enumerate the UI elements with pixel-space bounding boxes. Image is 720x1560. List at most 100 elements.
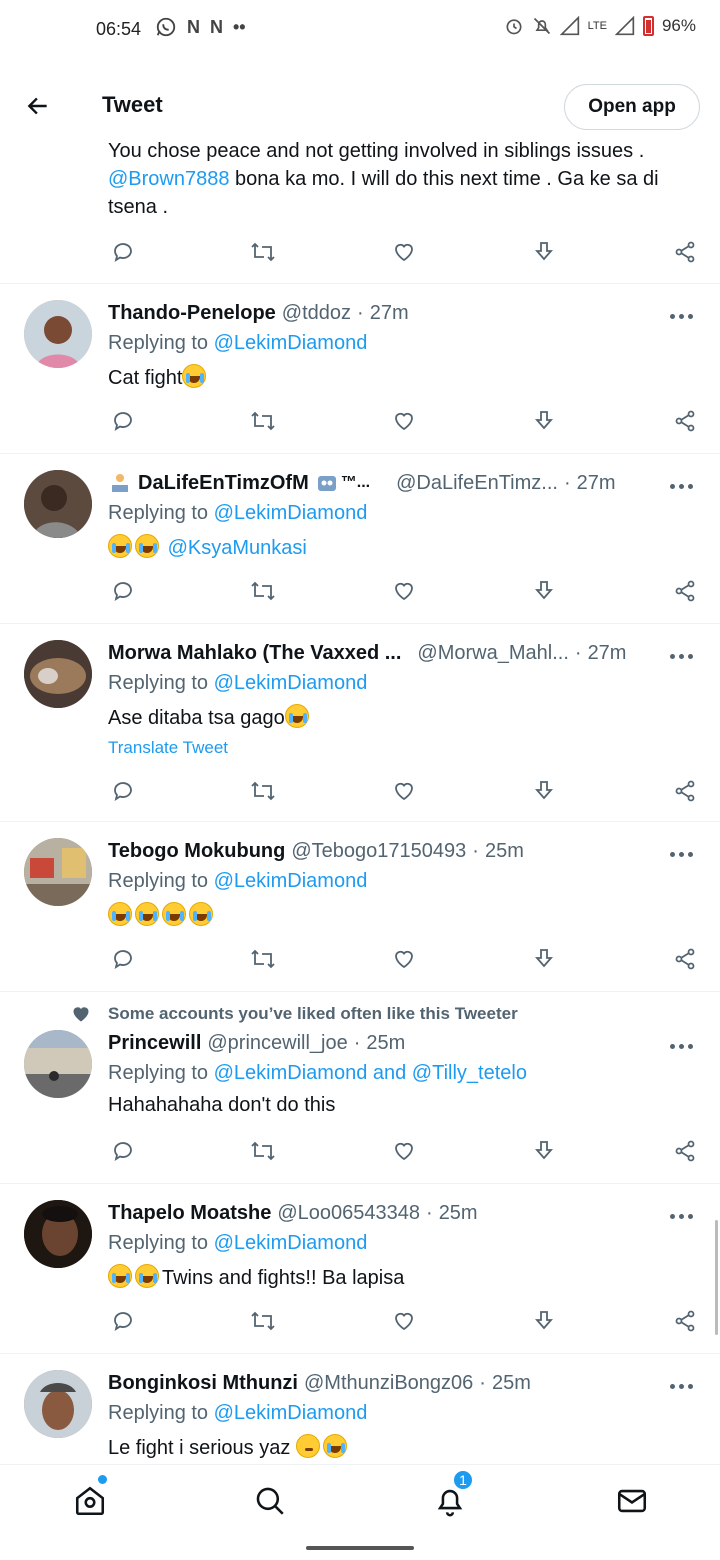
reply-mention-link[interactable]: @LekimDiamond	[214, 672, 368, 694]
timestamp[interactable]: 25m	[439, 1202, 478, 1225]
reply-button[interactable]	[108, 776, 138, 806]
back-button[interactable]	[20, 88, 56, 124]
share-button[interactable]	[670, 944, 700, 974]
partial-tweet[interactable]: You chose peace and not getting involved…	[0, 137, 720, 284]
display-name[interactable]: Princewill	[108, 1032, 201, 1055]
open-app-button[interactable]: Open app	[564, 84, 700, 130]
reply-mention-link[interactable]: @LekimDiamond	[214, 1232, 368, 1254]
tweet[interactable]: Bonginkosi Mthunzi @MthunziBongz06 · 25m…	[0, 1354, 720, 1464]
download-button[interactable]	[529, 944, 559, 974]
username[interactable]: @MthunziBongz06	[304, 1372, 473, 1395]
timestamp[interactable]: 25m	[492, 1372, 531, 1395]
share-button[interactable]	[670, 406, 700, 436]
gesture-bar[interactable]	[306, 1546, 414, 1550]
retweet-button[interactable]	[248, 406, 278, 436]
reply-button[interactable]	[108, 406, 138, 436]
username[interactable]: @Tebogo17150493	[291, 840, 466, 863]
timestamp[interactable]: 25m	[485, 840, 524, 863]
tweet[interactable]: Tebogo Mokubung @Tebogo17150493 · 25m Re…	[0, 822, 720, 992]
download-button[interactable]	[529, 406, 559, 436]
timestamp[interactable]: 27m	[588, 642, 627, 665]
reply-mention-link[interactable]: @LekimDiamond	[214, 1402, 368, 1424]
tweet[interactable]: DaLifeEnTimzOfM ™... @DaLifeEnTimz... · …	[0, 454, 720, 624]
reply-mention-link[interactable]: @LekimDiamond	[214, 502, 368, 524]
sob-emoji	[108, 1264, 132, 1288]
username[interactable]: @Morwa_Mahl...	[417, 642, 568, 665]
reply-button[interactable]	[108, 576, 138, 606]
reply-button[interactable]	[108, 944, 138, 974]
download-button[interactable]	[529, 237, 559, 267]
mention-link[interactable]: @KsyaMunkasi	[168, 537, 307, 559]
download-button[interactable]	[529, 1136, 559, 1166]
avatar[interactable]	[24, 300, 92, 368]
username[interactable]: @tddoz	[282, 302, 351, 325]
nav-messages[interactable]	[612, 1481, 652, 1521]
scrollbar[interactable]	[715, 1220, 718, 1335]
display-name[interactable]: Bonginkosi Mthunzi	[108, 1372, 298, 1395]
tweet[interactable]: Thapelo Moatshe @Loo06543348 · 25m Reply…	[0, 1184, 720, 1354]
retweet-button[interactable]	[248, 776, 278, 806]
like-button[interactable]	[389, 944, 419, 974]
reply-mention-link[interactable]: @LekimDiamond	[214, 332, 368, 354]
avatar[interactable]	[24, 1200, 92, 1268]
share-button[interactable]	[670, 1136, 700, 1166]
avatar[interactable]	[24, 640, 92, 708]
display-name[interactable]: Thapelo Moatshe	[108, 1202, 271, 1225]
display-name[interactable]: Morwa Mahlako (The Vaxxed ...	[108, 642, 401, 665]
timestamp[interactable]: 25m	[366, 1032, 405, 1055]
download-button[interactable]	[529, 1306, 559, 1336]
display-name[interactable]: DaLifeEnTimzOfM	[138, 472, 309, 495]
translate-tweet-link[interactable]: Translate Tweet	[108, 738, 228, 758]
mention-link[interactable]: @Brown7888	[108, 168, 229, 190]
tweet-actions	[108, 576, 700, 606]
more-options-button[interactable]	[666, 1376, 696, 1396]
like-button[interactable]	[389, 1306, 419, 1336]
like-button[interactable]	[389, 237, 419, 267]
download-button[interactable]	[529, 776, 559, 806]
avatar[interactable]	[24, 838, 92, 906]
nav-home[interactable]	[70, 1481, 110, 1521]
tweet[interactable]: Morwa Mahlako (The Vaxxed ... @Morwa_Mah…	[0, 624, 720, 822]
like-button[interactable]	[389, 1136, 419, 1166]
username[interactable]: @princewill_joe	[207, 1032, 347, 1055]
retweet-button[interactable]	[248, 576, 278, 606]
reply-button[interactable]	[108, 1306, 138, 1336]
avatar[interactable]	[24, 1370, 92, 1438]
like-button[interactable]	[389, 776, 419, 806]
share-button[interactable]	[670, 576, 700, 606]
avatar[interactable]	[24, 1030, 92, 1098]
retweet-button[interactable]	[248, 944, 278, 974]
share-button[interactable]	[670, 237, 700, 267]
like-button[interactable]	[389, 576, 419, 606]
timestamp[interactable]: 27m	[370, 302, 409, 325]
retweet-button[interactable]	[248, 1306, 278, 1336]
tweet[interactable]: Thando-Penelope @tddoz · 27m Replying to…	[0, 284, 720, 454]
more-options-button[interactable]	[666, 1206, 696, 1226]
download-icon	[535, 1311, 553, 1330]
share-button[interactable]	[670, 776, 700, 806]
tweet[interactable]: Some accounts you’ve liked often like th…	[0, 992, 720, 1184]
reply-button[interactable]	[108, 237, 138, 267]
nav-search[interactable]	[250, 1481, 290, 1521]
more-options-button[interactable]	[666, 1036, 696, 1056]
timestamp[interactable]: 27m	[577, 472, 616, 495]
more-options-button[interactable]	[666, 476, 696, 496]
home-unread-dot	[98, 1475, 107, 1484]
reply-button[interactable]	[108, 1136, 138, 1166]
like-button[interactable]	[389, 406, 419, 436]
retweet-button[interactable]	[248, 237, 278, 267]
share-button[interactable]	[670, 1306, 700, 1336]
reply-mention-link[interactable]: @LekimDiamond	[214, 870, 368, 892]
avatar[interactable]	[24, 470, 92, 538]
display-name[interactable]: Tebogo Mokubung	[108, 840, 285, 863]
download-button[interactable]	[529, 576, 559, 606]
reply-mention-link[interactable]: @LekimDiamond and @Tilly_tetelo	[214, 1062, 527, 1084]
username[interactable]: @Loo06543348	[277, 1202, 420, 1225]
username[interactable]: @DaLifeEnTimz...	[396, 472, 558, 495]
display-name[interactable]: Thando-Penelope	[108, 302, 276, 325]
more-options-button[interactable]	[666, 646, 696, 666]
retweet-button[interactable]	[248, 1136, 278, 1166]
tweet-text-content: Twins and fights!! Ba lapisa	[162, 1267, 405, 1289]
more-options-button[interactable]	[666, 844, 696, 864]
more-options-button[interactable]	[666, 306, 696, 326]
